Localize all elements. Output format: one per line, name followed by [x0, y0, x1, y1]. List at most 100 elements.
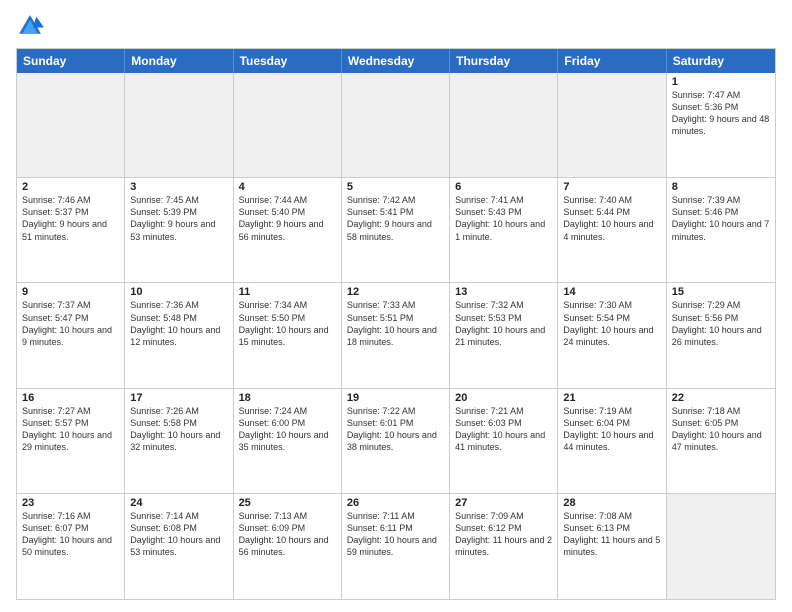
day-number: 8: [672, 181, 770, 193]
day-number: 15: [672, 286, 770, 298]
calendar-cell: 3Sunrise: 7:45 AM Sunset: 5:39 PM Daylig…: [125, 178, 233, 282]
day-number: 18: [239, 392, 336, 404]
header: [16, 12, 776, 40]
day-number: 10: [130, 286, 227, 298]
day-number: 19: [347, 392, 444, 404]
calendar-row: 2Sunrise: 7:46 AM Sunset: 5:37 PM Daylig…: [17, 178, 775, 283]
day-number: 14: [563, 286, 660, 298]
calendar-cell: 25Sunrise: 7:13 AM Sunset: 6:09 PM Dayli…: [234, 494, 342, 599]
day-number: 4: [239, 181, 336, 193]
day-number: 16: [22, 392, 119, 404]
calendar-row: 9Sunrise: 7:37 AM Sunset: 5:47 PM Daylig…: [17, 283, 775, 388]
cell-text: Sunrise: 7:40 AM Sunset: 5:44 PM Dayligh…: [563, 194, 660, 243]
day-number: 1: [672, 76, 770, 88]
cell-text: Sunrise: 7:41 AM Sunset: 5:43 PM Dayligh…: [455, 194, 552, 243]
calendar-cell: 5Sunrise: 7:42 AM Sunset: 5:41 PM Daylig…: [342, 178, 450, 282]
day-number: 25: [239, 497, 336, 509]
cell-text: Sunrise: 7:14 AM Sunset: 6:08 PM Dayligh…: [130, 510, 227, 559]
day-number: 26: [347, 497, 444, 509]
calendar-header-cell: Tuesday: [234, 49, 342, 73]
day-number: 22: [672, 392, 770, 404]
cell-text: Sunrise: 7:11 AM Sunset: 6:11 PM Dayligh…: [347, 510, 444, 559]
calendar-cell: 15Sunrise: 7:29 AM Sunset: 5:56 PM Dayli…: [667, 283, 775, 387]
cell-text: Sunrise: 7:26 AM Sunset: 5:58 PM Dayligh…: [130, 405, 227, 454]
calendar-cell: 10Sunrise: 7:36 AM Sunset: 5:48 PM Dayli…: [125, 283, 233, 387]
cell-text: Sunrise: 7:34 AM Sunset: 5:50 PM Dayligh…: [239, 299, 336, 348]
cell-text: Sunrise: 7:44 AM Sunset: 5:40 PM Dayligh…: [239, 194, 336, 243]
day-number: 21: [563, 392, 660, 404]
calendar-cell: 21Sunrise: 7:19 AM Sunset: 6:04 PM Dayli…: [558, 389, 666, 493]
cell-text: Sunrise: 7:21 AM Sunset: 6:03 PM Dayligh…: [455, 405, 552, 454]
cell-text: Sunrise: 7:33 AM Sunset: 5:51 PM Dayligh…: [347, 299, 444, 348]
day-number: 2: [22, 181, 119, 193]
day-number: 23: [22, 497, 119, 509]
calendar-cell: [17, 73, 125, 177]
cell-text: Sunrise: 7:08 AM Sunset: 6:13 PM Dayligh…: [563, 510, 660, 559]
calendar-cell: 19Sunrise: 7:22 AM Sunset: 6:01 PM Dayli…: [342, 389, 450, 493]
calendar-cell: [667, 494, 775, 599]
calendar-cell: 13Sunrise: 7:32 AM Sunset: 5:53 PM Dayli…: [450, 283, 558, 387]
day-number: 17: [130, 392, 227, 404]
cell-text: Sunrise: 7:42 AM Sunset: 5:41 PM Dayligh…: [347, 194, 444, 243]
calendar-cell: 22Sunrise: 7:18 AM Sunset: 6:05 PM Dayli…: [667, 389, 775, 493]
calendar-header-cell: Friday: [558, 49, 666, 73]
page: SundayMondayTuesdayWednesdayThursdayFrid…: [0, 0, 792, 612]
cell-text: Sunrise: 7:30 AM Sunset: 5:54 PM Dayligh…: [563, 299, 660, 348]
day-number: 28: [563, 497, 660, 509]
calendar-header: SundayMondayTuesdayWednesdayThursdayFrid…: [17, 49, 775, 73]
day-number: 11: [239, 286, 336, 298]
day-number: 6: [455, 181, 552, 193]
cell-text: Sunrise: 7:46 AM Sunset: 5:37 PM Dayligh…: [22, 194, 119, 243]
calendar-header-cell: Monday: [125, 49, 233, 73]
calendar-cell: 27Sunrise: 7:09 AM Sunset: 6:12 PM Dayli…: [450, 494, 558, 599]
cell-text: Sunrise: 7:18 AM Sunset: 6:05 PM Dayligh…: [672, 405, 770, 454]
cell-text: Sunrise: 7:13 AM Sunset: 6:09 PM Dayligh…: [239, 510, 336, 559]
calendar-cell: 2Sunrise: 7:46 AM Sunset: 5:37 PM Daylig…: [17, 178, 125, 282]
calendar-cell: 12Sunrise: 7:33 AM Sunset: 5:51 PM Dayli…: [342, 283, 450, 387]
calendar-cell: 28Sunrise: 7:08 AM Sunset: 6:13 PM Dayli…: [558, 494, 666, 599]
cell-text: Sunrise: 7:45 AM Sunset: 5:39 PM Dayligh…: [130, 194, 227, 243]
calendar-header-cell: Thursday: [450, 49, 558, 73]
calendar-cell: 4Sunrise: 7:44 AM Sunset: 5:40 PM Daylig…: [234, 178, 342, 282]
calendar-cell: 24Sunrise: 7:14 AM Sunset: 6:08 PM Dayli…: [125, 494, 233, 599]
day-number: 27: [455, 497, 552, 509]
cell-text: Sunrise: 7:29 AM Sunset: 5:56 PM Dayligh…: [672, 299, 770, 348]
day-number: 9: [22, 286, 119, 298]
cell-text: Sunrise: 7:47 AM Sunset: 5:36 PM Dayligh…: [672, 89, 770, 138]
calendar-header-cell: Saturday: [667, 49, 775, 73]
day-number: 3: [130, 181, 227, 193]
calendar-header-cell: Sunday: [17, 49, 125, 73]
cell-text: Sunrise: 7:39 AM Sunset: 5:46 PM Dayligh…: [672, 194, 770, 243]
cell-text: Sunrise: 7:22 AM Sunset: 6:01 PM Dayligh…: [347, 405, 444, 454]
calendar-cell: 9Sunrise: 7:37 AM Sunset: 5:47 PM Daylig…: [17, 283, 125, 387]
calendar-row: 1Sunrise: 7:47 AM Sunset: 5:36 PM Daylig…: [17, 73, 775, 178]
cell-text: Sunrise: 7:16 AM Sunset: 6:07 PM Dayligh…: [22, 510, 119, 559]
calendar-cell: 16Sunrise: 7:27 AM Sunset: 5:57 PM Dayli…: [17, 389, 125, 493]
calendar-row: 23Sunrise: 7:16 AM Sunset: 6:07 PM Dayli…: [17, 494, 775, 599]
calendar-row: 16Sunrise: 7:27 AM Sunset: 5:57 PM Dayli…: [17, 389, 775, 494]
calendar-cell: 11Sunrise: 7:34 AM Sunset: 5:50 PM Dayli…: [234, 283, 342, 387]
calendar-cell: [342, 73, 450, 177]
cell-text: Sunrise: 7:19 AM Sunset: 6:04 PM Dayligh…: [563, 405, 660, 454]
calendar-cell: 1Sunrise: 7:47 AM Sunset: 5:36 PM Daylig…: [667, 73, 775, 177]
calendar-cell: 7Sunrise: 7:40 AM Sunset: 5:44 PM Daylig…: [558, 178, 666, 282]
calendar-cell: 6Sunrise: 7:41 AM Sunset: 5:43 PM Daylig…: [450, 178, 558, 282]
day-number: 5: [347, 181, 444, 193]
calendar: SundayMondayTuesdayWednesdayThursdayFrid…: [16, 48, 776, 600]
day-number: 20: [455, 392, 552, 404]
calendar-cell: 17Sunrise: 7:26 AM Sunset: 5:58 PM Dayli…: [125, 389, 233, 493]
calendar-cell: [450, 73, 558, 177]
logo-icon: [16, 12, 44, 40]
day-number: 13: [455, 286, 552, 298]
day-number: 7: [563, 181, 660, 193]
calendar-cell: 23Sunrise: 7:16 AM Sunset: 6:07 PM Dayli…: [17, 494, 125, 599]
calendar-cell: 20Sunrise: 7:21 AM Sunset: 6:03 PM Dayli…: [450, 389, 558, 493]
cell-text: Sunrise: 7:37 AM Sunset: 5:47 PM Dayligh…: [22, 299, 119, 348]
calendar-header-cell: Wednesday: [342, 49, 450, 73]
cell-text: Sunrise: 7:27 AM Sunset: 5:57 PM Dayligh…: [22, 405, 119, 454]
calendar-cell: 26Sunrise: 7:11 AM Sunset: 6:11 PM Dayli…: [342, 494, 450, 599]
calendar-cell: 14Sunrise: 7:30 AM Sunset: 5:54 PM Dayli…: [558, 283, 666, 387]
calendar-body: 1Sunrise: 7:47 AM Sunset: 5:36 PM Daylig…: [17, 73, 775, 599]
calendar-cell: 18Sunrise: 7:24 AM Sunset: 6:00 PM Dayli…: [234, 389, 342, 493]
cell-text: Sunrise: 7:32 AM Sunset: 5:53 PM Dayligh…: [455, 299, 552, 348]
